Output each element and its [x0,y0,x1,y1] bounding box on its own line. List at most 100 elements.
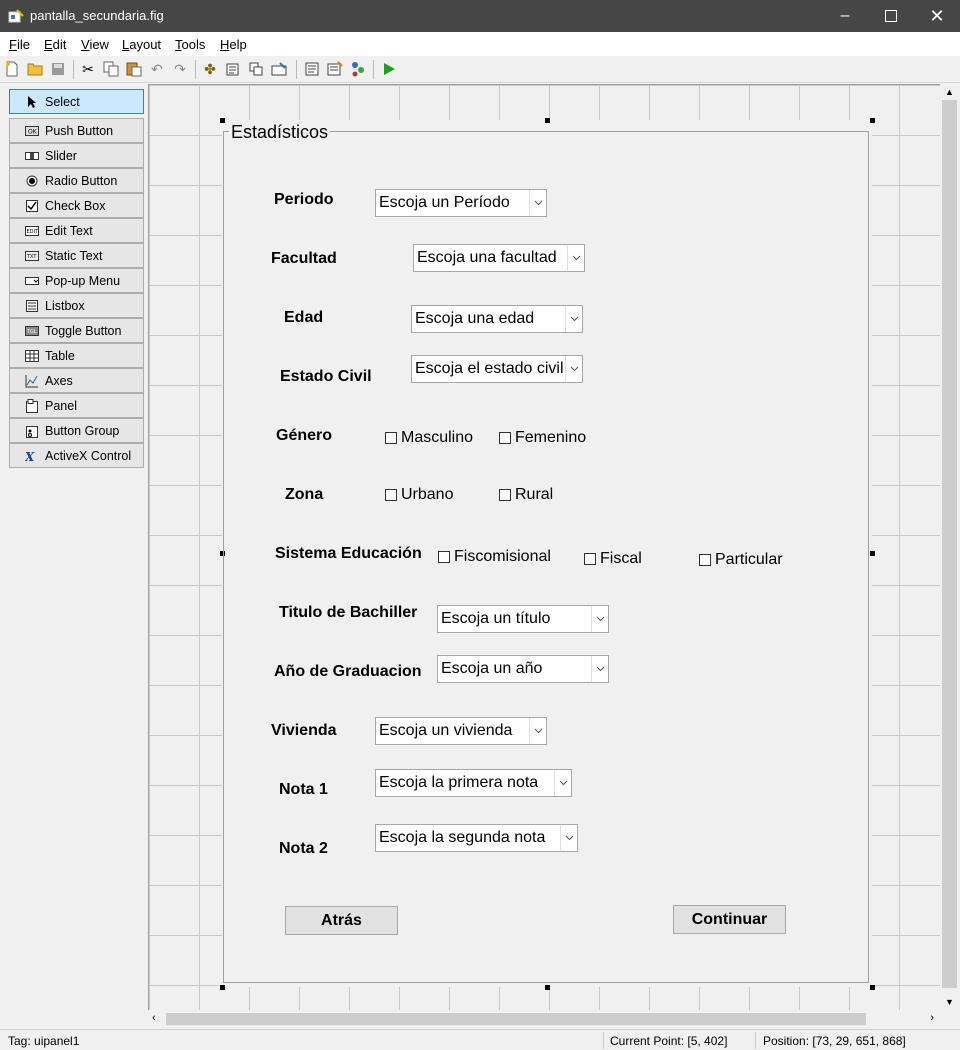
rural-checkbox[interactable]: Rural [499,486,553,504]
fiscal-checkbox[interactable]: Fiscal [584,550,642,568]
femenino-checkbox[interactable]: Femenino [499,429,586,447]
status-position: Position: [73, 29, 651, 868] [763,1034,906,1048]
open-button[interactable] [26,60,44,78]
minimize-button[interactable]: – [822,0,868,32]
palette-button-group[interactable]: Button Group [9,418,144,443]
atras-button[interactable]: Atrás [285,906,398,935]
close-button[interactable]: ✕ [914,0,960,32]
menu-tools[interactable]: Tools [175,37,205,52]
object-browser-button[interactable] [349,60,367,78]
palette-static-text[interactable]: TXT Static Text [9,243,144,268]
mfile-editor-button[interactable] [303,60,321,78]
menu-editor-button[interactable] [224,60,242,78]
facultad-dropdown[interactable]: Escoja una facultad [413,244,585,272]
copy-button[interactable] [102,60,120,78]
checkbox-box[interactable] [385,489,397,501]
svg-text:TGL: TGL [26,329,37,335]
minimize-icon: – [840,7,850,24]
selection-handle[interactable] [220,118,225,123]
palette-slider[interactable]: Slider [9,143,144,168]
continuar-button[interactable]: Continuar [673,905,786,934]
estado-civil-dropdown[interactable]: Escoja el estado civil [411,355,583,383]
palette-activex-control[interactable]: X ActiveX Control [9,443,144,468]
nota1-dropdown[interactable]: Escoja la primera nota [375,769,572,797]
selection-handle[interactable] [220,985,225,990]
menu-edit[interactable]: Edit [44,37,66,52]
status-tag: Tag: uipanel1 [8,1034,80,1048]
checkbox-box[interactable] [499,432,511,444]
particular-checkbox[interactable]: Particular [699,551,783,569]
checkbox-box[interactable] [699,554,711,566]
save-icon [52,63,64,75]
redo-button[interactable]: ↷ [171,60,189,78]
paste-button[interactable] [125,60,143,78]
vivienda-dropdown[interactable]: Escoja un vivienda [375,717,547,745]
masculino-checkbox[interactable]: Masculino [385,429,473,447]
palette-push-button[interactable]: OK Push Button [9,118,144,143]
maximize-button[interactable] [868,0,914,32]
scroll-right-icon[interactable]: › [930,1012,934,1024]
vertical-scroll-thumb[interactable] [942,100,957,988]
static-text-icon: TXT [25,249,39,263]
component-palette: Select OK Push Button Slider Radio Button… [0,84,148,1029]
fiscomisional-checkbox[interactable]: Fiscomisional [438,548,551,566]
sistema-educacion-label: Sistema Educación [275,545,422,562]
new-file-button[interactable] [3,60,21,78]
tab-order-button[interactable] [247,60,265,78]
chevron-down-icon [567,245,584,271]
chevron-down-icon [591,656,608,682]
align-icon: ✤ [204,60,216,77]
checkbox-box[interactable] [584,553,596,565]
run-icon [384,63,395,75]
cut-button[interactable]: ✂ [79,60,97,78]
urbano-checkbox[interactable]: Urbano [385,486,453,504]
scroll-down-icon[interactable]: ▼ [945,997,954,1007]
palette-axes[interactable]: Axes [9,368,144,393]
genero-label: Género [276,427,333,444]
selection-handle[interactable] [870,118,875,123]
palette-panel[interactable]: Panel [9,393,144,418]
palette-check-box[interactable]: Check Box [9,193,144,218]
align-objects-button[interactable]: ✤ [201,60,219,78]
selection-handle[interactable] [870,551,875,556]
estado-civil-label: Estado Civil [280,368,372,385]
menu-view[interactable]: View [81,37,109,52]
palette-table[interactable]: Table [9,343,144,368]
periodo-dropdown[interactable]: Escoja un Período [375,189,547,217]
svg-text:OK: OK [28,128,38,135]
selection-handle[interactable] [870,985,875,990]
checkbox-box[interactable] [385,432,397,444]
checkbox-box[interactable] [499,489,511,501]
palette-listbox[interactable]: Listbox [9,293,144,318]
menu-layout[interactable]: Layout [122,37,161,52]
edad-dropdown[interactable]: Escoja una edad [411,305,583,333]
menu-help[interactable]: Help [220,37,247,52]
anio-dropdown[interactable]: Escoja un año [437,655,609,683]
edad-label: Edad [284,309,324,326]
selection-handle[interactable] [545,985,550,990]
save-button[interactable] [49,60,67,78]
undo-button[interactable]: ↶ [148,60,166,78]
radio-button-icon [25,174,39,188]
palette-radio-button[interactable]: Radio Button [9,168,144,193]
scroll-left-icon[interactable]: ‹ [152,1012,156,1024]
redo-icon: ↷ [174,60,186,77]
pointer-icon [25,95,39,109]
checkbox-box[interactable] [438,551,450,563]
vivienda-label: Vivienda [271,722,337,739]
palette-toggle-button[interactable]: TGL Toggle Button [9,318,144,343]
horizontal-scroll-thumb[interactable] [166,1013,866,1025]
toolbar-editor-button[interactable] [270,60,288,78]
palette-edit-text[interactable]: EDIT Edit Text [9,218,144,243]
property-inspector-button[interactable] [326,60,344,78]
run-button[interactable] [380,60,398,78]
panel-icon [25,398,39,413]
scroll-up-icon[interactable]: ▲ [945,87,954,97]
titulo-dropdown[interactable]: Escoja un título [437,605,609,633]
palette-popup-menu[interactable]: Pop-up Menu [9,268,144,293]
tab-order-icon [249,62,263,76]
selection-handle[interactable] [545,118,550,123]
menu-file[interactable]: File [9,37,30,52]
nota2-dropdown[interactable]: Escoja la segunda nota [375,824,578,852]
palette-select[interactable]: Select [9,89,144,114]
